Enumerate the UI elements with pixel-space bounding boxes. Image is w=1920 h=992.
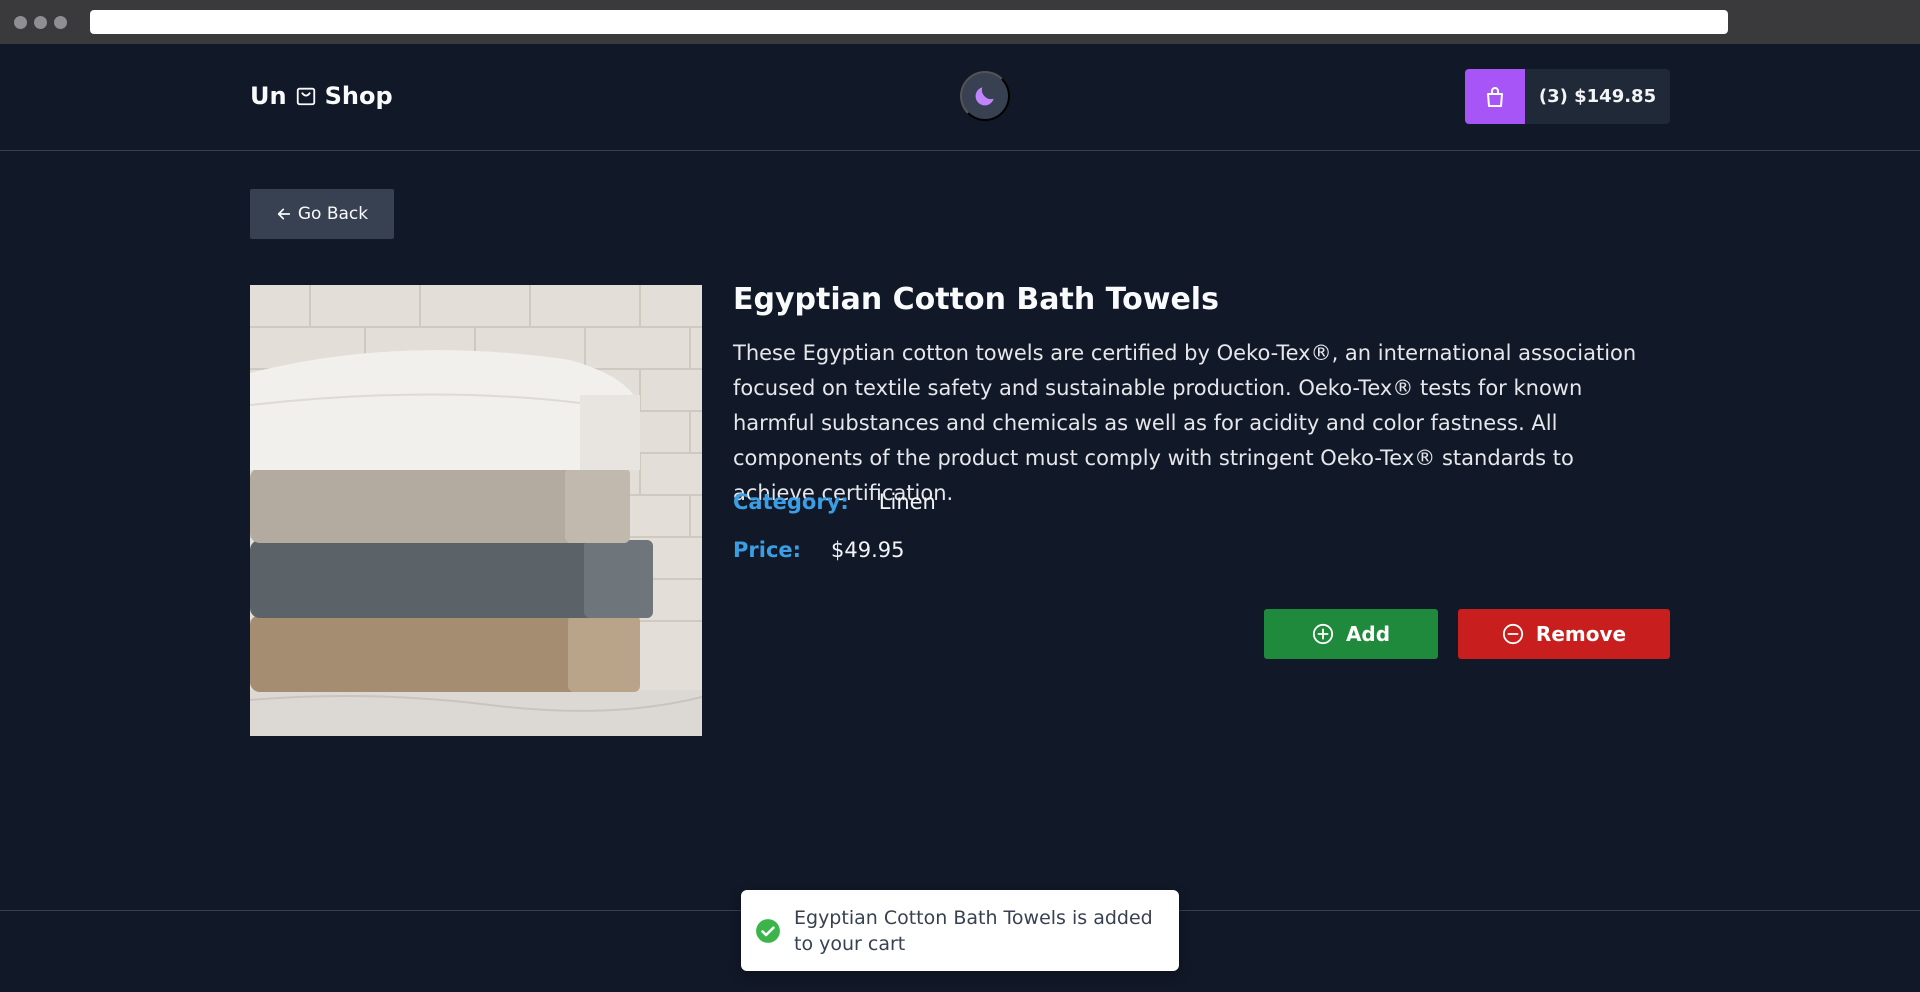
category-value: Linen <box>878 490 936 514</box>
go-back-button[interactable]: Go Back <box>250 189 394 239</box>
window-close-dot[interactable] <box>14 16 27 29</box>
browser-chrome <box>0 0 1920 44</box>
shopping-bag-icon <box>1487 86 1503 107</box>
window-maximize-dot[interactable] <box>54 16 67 29</box>
plus-circle-icon <box>1312 623 1334 645</box>
address-bar[interactable] <box>90 10 1728 34</box>
price-value: $49.95 <box>831 538 905 562</box>
price-row: Price: $49.95 <box>733 538 905 562</box>
cart-button[interactable]: (3) $149.85 <box>1465 69 1670 124</box>
logo-text-left: Un <box>250 82 287 110</box>
add-button-label: Add <box>1345 622 1391 646</box>
logo-text-right: Shop <box>324 82 393 110</box>
minus-circle-icon <box>1502 623 1524 645</box>
remove-from-cart-button[interactable]: Remove <box>1458 609 1670 659</box>
towel-stack-photo <box>250 285 702 736</box>
toast-notification[interactable]: Egyptian Cotton Bath Towels is added to … <box>741 890 1179 971</box>
check-circle-icon <box>756 918 780 943</box>
arrow-left-icon <box>277 208 291 220</box>
category-label: Category: <box>733 490 849 514</box>
category-row: Category: Linen <box>733 490 936 514</box>
product-description: These Egyptian cotton towels are certifi… <box>733 341 1637 505</box>
go-back-label: Go Back <box>297 204 369 224</box>
add-to-cart-button[interactable]: Add <box>1264 609 1438 659</box>
moon-icon <box>975 87 994 106</box>
product-image <box>250 285 702 736</box>
window-minimize-dot[interactable] <box>34 16 47 29</box>
cart-summary: (3) $149.85 <box>1538 86 1657 107</box>
theme-toggle-button[interactable] <box>960 71 1010 121</box>
product-title: Egyptian Cotton Bath Towels <box>733 282 1219 317</box>
site-header: Un Shop (3) $149.85 <box>0 44 1920 151</box>
toast-message: Egyptian Cotton Bath Towels is added to … <box>794 906 1153 955</box>
shopping-bag-logo-icon <box>296 87 315 106</box>
site-logo[interactable]: Un Shop <box>250 78 393 114</box>
remove-button-label: Remove <box>1535 622 1627 646</box>
price-label: Price: <box>733 538 802 562</box>
cart-icon-box <box>1465 69 1525 124</box>
